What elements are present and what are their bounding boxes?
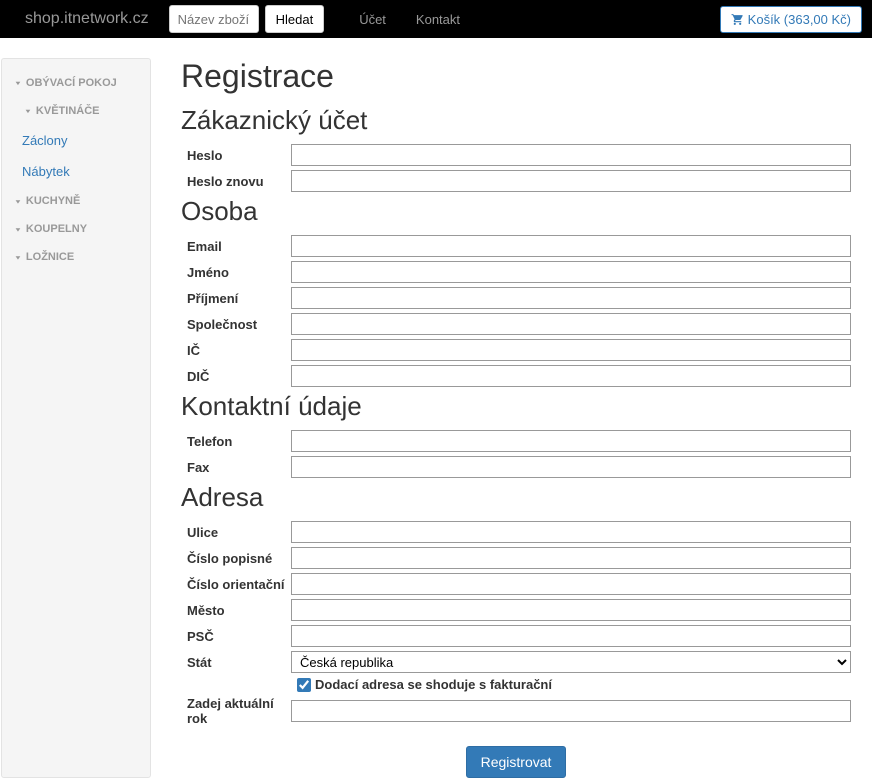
nav-account[interactable]: Účet: [344, 2, 401, 37]
navbar: shop.itnetwork.cz Hledat Účet Kontakt Ko…: [0, 0, 872, 38]
dic-field[interactable]: [291, 365, 851, 387]
nav-right: Košík (363,00 Kč): [720, 6, 862, 33]
fax-field[interactable]: [291, 456, 851, 478]
chevron-down-icon: ▼: [14, 80, 22, 86]
label-dic: DIČ: [181, 369, 291, 384]
email-field[interactable]: [291, 235, 851, 257]
chevron-down-icon: ▼: [14, 198, 22, 204]
chevron-down-icon: ▼: [14, 226, 22, 232]
chevron-down-icon: ▼: [24, 108, 32, 114]
search-form: Hledat: [169, 5, 325, 33]
nav-contact[interactable]: Kontakt: [401, 2, 475, 37]
password-field[interactable]: [291, 144, 851, 166]
section-contact: Kontaktní údaje: [181, 391, 851, 422]
phone-field[interactable]: [291, 430, 851, 452]
sidebar-cat-kuchyne[interactable]: ▼KUCHYNĚ: [2, 187, 150, 215]
year-field[interactable]: [291, 700, 851, 722]
sidebar-cat-loznice[interactable]: ▼LOŽNICE: [2, 243, 150, 271]
sidebar-cat-obyvaci[interactable]: ▼OBÝVACÍ POKOJ: [2, 69, 150, 97]
sidebar: ▼OBÝVACÍ POKOJ ▼KVĚTINÁČE Záclony Nábyte…: [1, 58, 151, 778]
label-email: Email: [181, 239, 291, 254]
same-address-checkbox[interactable]: [297, 678, 311, 692]
label-country: Stát: [181, 655, 291, 670]
company-field[interactable]: [291, 313, 851, 335]
label-password: Heslo: [181, 148, 291, 163]
submit-button[interactable]: Registrovat: [466, 746, 567, 778]
label-firstname: Jméno: [181, 265, 291, 280]
label-street: Ulice: [181, 525, 291, 540]
zip-field[interactable]: [291, 625, 851, 647]
label-ic: IČ: [181, 343, 291, 358]
label-password2: Heslo znovu: [181, 174, 291, 189]
orient-no-field[interactable]: [291, 573, 851, 595]
lastname-field[interactable]: [291, 287, 851, 309]
label-zip: PSČ: [181, 629, 291, 644]
search-button[interactable]: Hledat: [265, 5, 325, 33]
label-phone: Telefon: [181, 434, 291, 449]
cart-button[interactable]: Košík (363,00 Kč): [720, 6, 862, 33]
brand-link[interactable]: shop.itnetwork.cz: [10, 10, 164, 28]
main-content: Registrace Zákaznický účet Heslo Heslo z…: [181, 58, 871, 778]
section-address: Adresa: [181, 482, 851, 513]
label-company: Společnost: [181, 317, 291, 332]
chevron-down-icon: ▼: [14, 254, 22, 260]
label-orient-no: Číslo orientační: [181, 577, 291, 592]
label-house-no: Číslo popisné: [181, 551, 291, 566]
label-city: Město: [181, 603, 291, 618]
section-person: Osoba: [181, 196, 851, 227]
house-no-field[interactable]: [291, 547, 851, 569]
sidebar-link-nabytek[interactable]: Nábytek: [2, 156, 150, 187]
cart-icon: [731, 13, 744, 26]
same-address-label: Dodací adresa se shoduje s fakturační: [315, 677, 552, 692]
ic-field[interactable]: [291, 339, 851, 361]
label-fax: Fax: [181, 460, 291, 475]
label-lastname: Příjmení: [181, 291, 291, 306]
page-title: Registrace: [181, 58, 851, 95]
password2-field[interactable]: [291, 170, 851, 192]
sidebar-link-zaclony[interactable]: Záclony: [2, 125, 150, 156]
city-field[interactable]: [291, 599, 851, 621]
label-year: Zadej aktuální rok: [181, 696, 291, 726]
country-select[interactable]: Česká republika: [291, 651, 851, 673]
street-field[interactable]: [291, 521, 851, 543]
section-account: Zákaznický účet: [181, 105, 851, 136]
sidebar-cat-koupelny[interactable]: ▼KOUPELNY: [2, 215, 150, 243]
nav-links: Účet Kontakt: [344, 2, 475, 37]
cart-label: Košík (363,00 Kč): [748, 12, 851, 27]
firstname-field[interactable]: [291, 261, 851, 283]
search-input[interactable]: [169, 5, 259, 33]
container: ▼OBÝVACÍ POKOJ ▼KVĚTINÁČE Záclony Nábyte…: [1, 38, 871, 778]
sidebar-cat-kvetinace[interactable]: ▼KVĚTINÁČE: [2, 97, 150, 125]
